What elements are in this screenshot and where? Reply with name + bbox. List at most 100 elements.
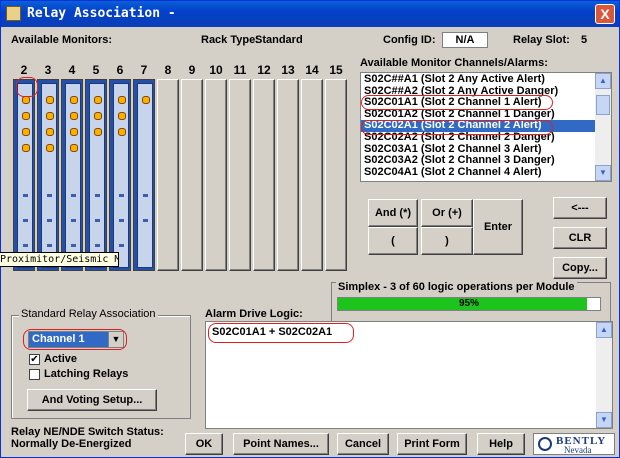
alarm-logic-label: Alarm Drive Logic:	[205, 308, 303, 320]
status-led	[70, 128, 78, 136]
cancel-button[interactable]: Cancel	[337, 433, 389, 455]
status-led	[94, 96, 102, 104]
print-form-button[interactable]: Print Form	[397, 433, 467, 455]
monitor-module-slot-3[interactable]	[37, 79, 59, 271]
connector-mark	[71, 244, 76, 247]
slot-number: 4	[68, 63, 76, 77]
connector-mark	[119, 244, 124, 247]
status-led	[22, 128, 30, 136]
slot-number: 3	[44, 63, 52, 77]
slot-number: 9	[188, 63, 196, 77]
channel-select-value: Channel 1	[32, 333, 85, 345]
logo-mark-icon	[538, 437, 552, 451]
empty-slot-14[interactable]	[301, 79, 323, 271]
ok-button[interactable]: OK	[185, 433, 223, 455]
alarm-logic-scrollbar[interactable]: ▲ ▼	[596, 322, 612, 428]
scroll-down-icon[interactable]: ▼	[596, 412, 612, 428]
point-names-button[interactable]: Point Names...	[233, 433, 329, 455]
active-label: Active	[44, 353, 78, 365]
open-paren-button[interactable]: (	[368, 227, 418, 255]
connector-mark	[95, 194, 100, 197]
slot-number: 7	[140, 63, 148, 77]
config-id-value: N/A	[442, 32, 488, 48]
empty-slot-13[interactable]	[277, 79, 299, 271]
alarm-logic-field[interactable]: S02C01A1 + S02C02A1 ▲ ▼	[205, 321, 613, 429]
monitor-module-slot-5[interactable]	[85, 79, 107, 271]
list-item[interactable]: S02C04A1 (Slot 2 Channel 4 Alert)	[361, 166, 596, 179]
monitor-module-slot-2[interactable]	[13, 79, 35, 271]
scroll-down-icon[interactable]: ▼	[595, 165, 611, 181]
close-paren-button[interactable]: )	[421, 227, 473, 255]
slot-number: 15	[329, 63, 343, 77]
list-item[interactable]: S02C03A2 (Slot 2 Channel 3 Danger)	[361, 155, 596, 167]
close-button[interactable]: X	[595, 4, 615, 24]
connector-mark	[47, 194, 52, 197]
monitor-module-slot-4[interactable]	[61, 79, 83, 271]
rack-type-value: Standard	[255, 34, 303, 46]
status-led	[94, 128, 102, 136]
empty-slot-8[interactable]	[157, 79, 179, 271]
empty-slot-12[interactable]	[253, 79, 275, 271]
status-led	[118, 112, 126, 120]
chevron-down-icon[interactable]: ▼	[108, 332, 123, 347]
connector-mark	[95, 219, 100, 222]
rack-type-label: Rack Type:	[201, 34, 259, 46]
module-faceplate	[113, 83, 129, 268]
simplex-progress-bar: 95%	[337, 297, 601, 311]
latching-label: Latching Relays	[44, 368, 129, 380]
empty-slot-10[interactable]	[205, 79, 227, 271]
or-button[interactable]: Or (+)	[421, 199, 473, 227]
status-led	[46, 112, 54, 120]
latching-checkbox[interactable]	[29, 369, 40, 380]
slot-number: 8	[164, 63, 172, 77]
connector-mark	[23, 194, 28, 197]
channel-select[interactable]: Channel 1 ▼	[28, 331, 124, 348]
empty-slot-9[interactable]	[181, 79, 203, 271]
clear-button[interactable]: CLR	[553, 227, 607, 249]
backspace-button[interactable]: <---	[553, 197, 607, 219]
status-led	[70, 112, 78, 120]
status-led	[118, 128, 126, 136]
scroll-thumb[interactable]	[596, 95, 610, 115]
help-button[interactable]: Help	[477, 433, 525, 455]
slot-number: 2	[20, 63, 28, 77]
channels-listbox[interactable]: S02C##A1 (Slot 2 Any Active Alert) S02C#…	[360, 72, 612, 182]
copy-button[interactable]: Copy...	[553, 257, 607, 279]
channels-scrollbar[interactable]: ▲ ▼	[595, 73, 611, 181]
and-button[interactable]: And (*)	[368, 199, 418, 227]
list-item[interactable]: S02C02A2 (Slot 2 Channel 2 Danger)	[361, 131, 596, 144]
connector-mark	[71, 219, 76, 222]
status-led	[22, 96, 30, 104]
status-led	[118, 96, 126, 104]
status-led	[70, 96, 78, 104]
status-led	[22, 112, 30, 120]
slot-number: 6	[116, 63, 124, 77]
list-item[interactable]: S02C##A1 (Slot 2 Any Active Alert)	[361, 73, 596, 86]
alarm-logic-value: S02C01A1 + S02C02A1	[212, 326, 333, 338]
and-voting-setup-button[interactable]: And Voting Setup...	[27, 389, 157, 411]
monitor-module-slot-7[interactable]	[133, 79, 155, 271]
slot-number: 10	[209, 63, 223, 77]
connector-mark	[23, 219, 28, 222]
connector-mark	[143, 194, 148, 197]
status-led	[142, 96, 150, 104]
relay-association-window: Relay Association - X Available Monitors…	[0, 0, 620, 458]
status-led	[94, 112, 102, 120]
slot-number: 11	[233, 63, 247, 77]
module-tooltip: Proximitor/Seismic Mon	[0, 252, 119, 267]
window-title: Relay Association -	[27, 6, 176, 21]
empty-slot-11[interactable]	[229, 79, 251, 271]
slot-number: 12	[257, 63, 271, 77]
monitor-module-slot-6[interactable]	[109, 79, 131, 271]
enter-button[interactable]: Enter	[473, 199, 523, 255]
active-checkbox[interactable]: ✔	[29, 354, 40, 365]
scroll-up-icon[interactable]: ▲	[596, 322, 612, 338]
status-led	[70, 144, 78, 152]
connector-mark	[23, 244, 28, 247]
scroll-up-icon[interactable]: ▲	[595, 73, 611, 89]
relay-slot-value: 5	[581, 34, 588, 46]
title-bar: Relay Association - X	[1, 1, 619, 27]
progress-text: 95%	[458, 298, 479, 309]
empty-slot-15[interactable]	[325, 79, 347, 271]
relay-slot-label: Relay Slot:	[513, 34, 570, 46]
